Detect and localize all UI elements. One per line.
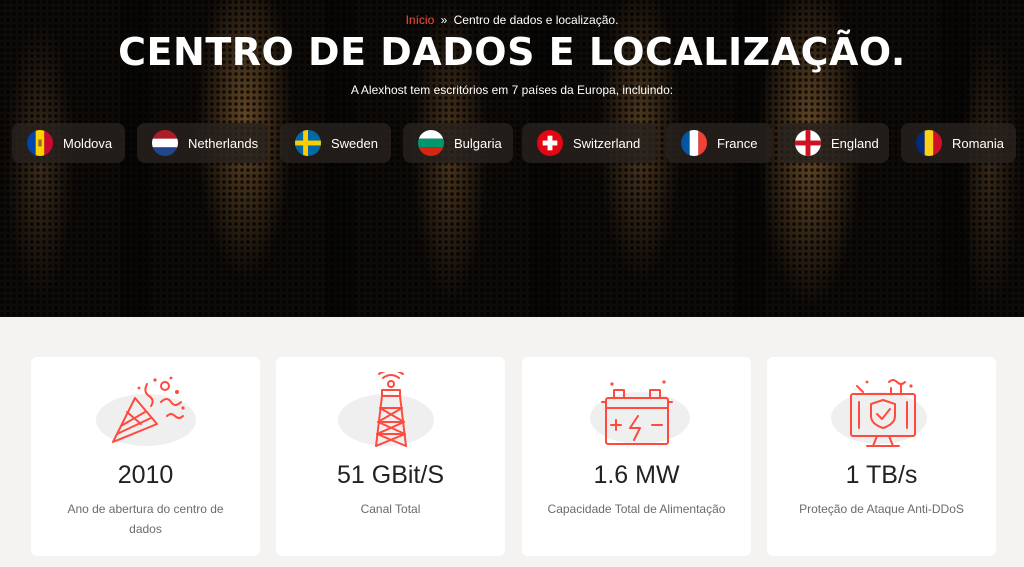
stat-label: Proteção de Ataque Anti-DDoS <box>799 502 964 516</box>
country-name: England <box>831 135 879 151</box>
stats-section: 2010 Ano de abertura do centro de dados … <box>0 357 1024 557</box>
france-flag-icon <box>681 130 707 156</box>
stat-card-power: 1.6 MW Capacidade Total de Alimentação <box>522 357 751 556</box>
radio-tower-icon <box>336 369 446 452</box>
party-popper-icon <box>91 372 201 452</box>
country-pill-netherlands[interactable]: Netherlands <box>137 123 268 163</box>
country-pill-sweden[interactable]: Sweden <box>280 123 391 163</box>
country-name: France <box>717 135 758 151</box>
switzerland-flag-icon <box>537 130 563 156</box>
country-pill-moldova[interactable]: Moldova <box>12 123 125 163</box>
romania-flag-icon <box>916 130 942 156</box>
breadcrumb: Início » Centro de dados e localização. <box>0 13 1024 27</box>
stat-label: Canal Total <box>360 502 421 516</box>
stat-label: Ano de abertura do centro de dados <box>67 502 224 536</box>
stat-value: 1 TB/s <box>845 461 918 489</box>
netherlands-flag-icon <box>152 130 178 156</box>
battery-icon <box>582 372 692 452</box>
stat-value: 1.6 MW <box>593 461 680 489</box>
country-name: Romania <box>952 135 1005 151</box>
country-name: Moldova <box>63 135 113 151</box>
hero-section: Início » Centro de dados e localização. … <box>0 0 1024 317</box>
country-name: Sweden <box>331 135 378 151</box>
page-subtitle: A Alexhost tem escritórios em 7 países d… <box>350 83 674 97</box>
page-title: CENTRO DE DADOS E LOCALIZAÇÃO. <box>118 30 906 74</box>
breadcrumb-home-link[interactable]: Início <box>406 13 435 27</box>
country-list: Moldova Netherlands Sweden Bulgaria Swit… <box>0 123 1024 163</box>
stat-label: Capacidade Total de Alimentação <box>547 502 726 516</box>
stat-card-ddos: 1 TB/s Proteção de Ataque Anti-DDoS <box>767 357 996 556</box>
stat-card-year: 2010 Ano de abertura do centro de dados <box>31 357 260 556</box>
shield-monitor-icon <box>827 372 937 452</box>
breadcrumb-current: Centro de dados e localização. <box>453 13 619 27</box>
country-pill-switzerland[interactable]: Switzerland <box>522 123 657 163</box>
stat-card-channel: 51 GBit/S Canal Total <box>276 357 505 556</box>
country-name: Bulgaria <box>454 135 502 151</box>
breadcrumb-separator: » <box>440 13 448 27</box>
stat-value: 2010 <box>117 461 174 489</box>
sweden-flag-icon <box>295 130 321 156</box>
country-name: Netherlands <box>188 135 259 151</box>
england-flag-icon <box>795 130 821 156</box>
country-pill-romania[interactable]: Romania <box>901 123 1016 163</box>
country-pill-england[interactable]: England <box>780 123 889 163</box>
country-pill-bulgaria[interactable]: Bulgaria <box>403 123 513 163</box>
stat-value: 51 GBit/S <box>337 461 444 489</box>
country-pill-france[interactable]: France <box>666 123 772 163</box>
moldova-flag-icon <box>27 130 53 156</box>
country-name: Switzerland <box>573 135 641 151</box>
bulgaria-flag-icon <box>418 130 444 156</box>
